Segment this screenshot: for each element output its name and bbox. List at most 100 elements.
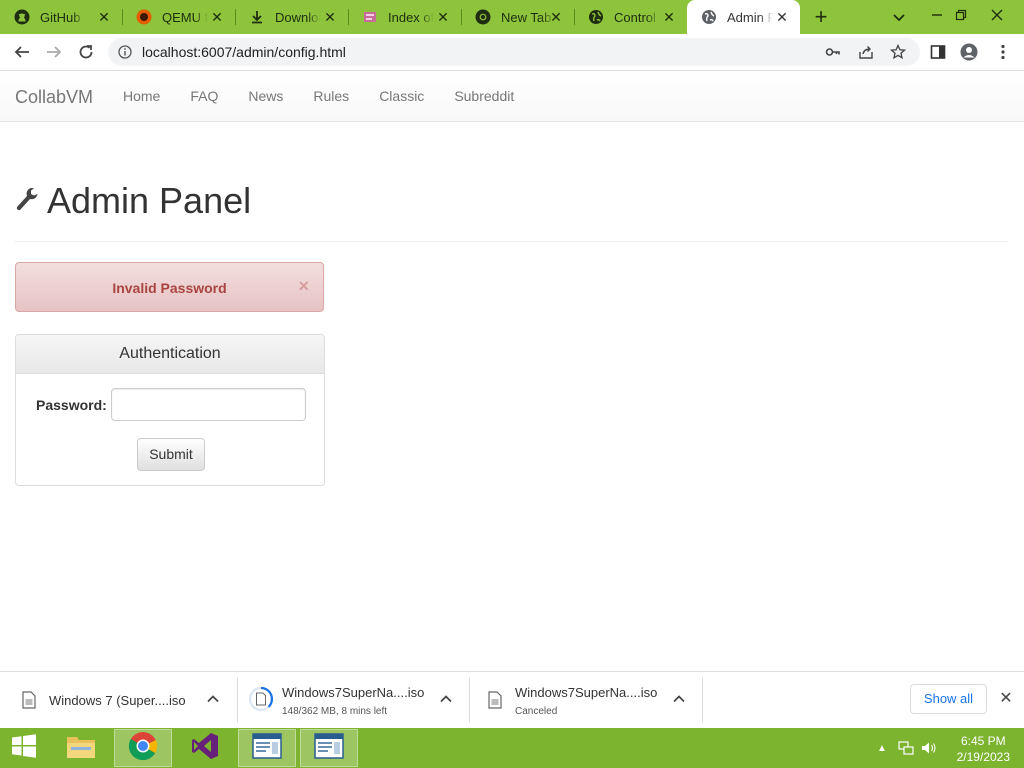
nav-news-link[interactable]: News (233, 88, 298, 104)
chevron-up-icon[interactable] (439, 692, 453, 706)
tab-title: QEMU fo (162, 9, 208, 25)
chevron-up-icon[interactable] (206, 692, 220, 706)
password-label: Password: (36, 397, 107, 413)
share-icon[interactable] (858, 44, 874, 60)
download-item-in-progress[interactable]: Windows7SuperNa....iso 148/362 MB, 8 min… (248, 678, 468, 722)
password-input[interactable] (111, 388, 306, 421)
brand-link[interactable]: CollabVM (15, 87, 93, 108)
taskbar-window-1[interactable] (238, 729, 296, 767)
app-window-icon (314, 732, 344, 764)
nav-faq-link[interactable]: FAQ (175, 88, 233, 104)
side-panel-icon[interactable] (929, 43, 947, 61)
restore-icon[interactable] (946, 0, 976, 30)
network-icon[interactable] (898, 740, 914, 756)
tab-search-chevron-icon[interactable] (890, 8, 908, 26)
tab-strip: GitHub - ✕ QEMU fo ✕ Downloa ✕ Index of … (0, 0, 1024, 34)
close-shelf-icon[interactable]: ✕ (998, 691, 1014, 707)
site-info-icon[interactable] (118, 45, 132, 64)
taskbar-chrome[interactable] (114, 729, 172, 767)
taskbar-window-2[interactable] (300, 729, 358, 767)
volume-icon[interactable] (921, 740, 937, 756)
close-tab-icon[interactable]: ✕ (661, 9, 677, 25)
github-icon (14, 9, 30, 25)
visual-studio-icon (190, 731, 220, 766)
tab-title: Index of (388, 9, 434, 25)
tab-index[interactable]: Index of ✕ (348, 0, 461, 34)
panel-heading: Authentication (16, 335, 324, 374)
globe-icon (701, 9, 717, 25)
close-window-icon[interactable] (982, 0, 1012, 30)
page-title: Admin Panel (15, 180, 251, 222)
error-alert: Invalid Password × (15, 262, 324, 312)
folder-index-icon (362, 9, 378, 25)
tab-qemu[interactable]: QEMU fo ✕ (122, 0, 235, 34)
back-icon[interactable] (12, 42, 32, 62)
file-icon (488, 691, 502, 709)
reload-icon[interactable] (76, 42, 96, 62)
chevron-up-icon[interactable] (672, 692, 686, 706)
download-separator (702, 678, 703, 722)
new-tab-icon[interactable]: + (810, 6, 832, 28)
nav-rules-link[interactable]: Rules (298, 88, 364, 104)
taskbar-file-explorer[interactable] (52, 729, 110, 767)
close-tab-icon[interactable]: ✕ (96, 9, 112, 25)
show-all-button[interactable]: Show all (910, 684, 987, 714)
start-button[interactable] (0, 729, 48, 767)
tab-title: Downloa (275, 9, 321, 25)
download-status: 148/362 MB, 8 mins left (282, 706, 388, 717)
key-icon[interactable] (825, 44, 841, 60)
tab-download[interactable]: Downloa ✕ (235, 0, 348, 34)
tab-control[interactable]: Control C ✕ (574, 0, 687, 34)
site-navbar: CollabVM Home FAQ News Rules Classic Sub… (0, 71, 1024, 122)
globe-icon (588, 9, 604, 25)
close-tab-icon[interactable]: ✕ (209, 9, 225, 25)
download-filename: Windows 7 (Super....iso (49, 693, 186, 708)
taskbar: ▲ 6:45 PM 2/19/2023 (0, 728, 1024, 768)
folder-icon (65, 732, 97, 765)
close-tab-icon[interactable]: ✕ (322, 9, 338, 25)
page-title-text: Admin Panel (47, 180, 252, 221)
download-item-canceled[interactable]: Windows7SuperNa....iso Canceled (488, 678, 700, 722)
clock-time: 6:45 PM (960, 734, 1006, 748)
app-window-icon (252, 732, 282, 764)
download-filename: Windows7SuperNa....iso (515, 685, 658, 700)
bookmark-star-icon[interactable] (889, 43, 907, 60)
tray-overflow-icon[interactable]: ▲ (874, 740, 890, 756)
download-progress-ring-icon (248, 686, 274, 712)
nav-classic-link[interactable]: Classic (364, 88, 439, 104)
download-item[interactable]: Windows 7 (Super....iso (22, 678, 236, 722)
alert-close-icon[interactable]: × (298, 277, 309, 295)
windows-logo-icon (11, 733, 37, 763)
alert-message: Invalid Password (112, 280, 227, 296)
wrench-icon (15, 186, 39, 217)
close-tab-icon[interactable]: ✕ (548, 9, 564, 25)
address-bar[interactable]: localhost:6007/admin/config.html (108, 38, 920, 66)
tab-github[interactable]: GitHub - ✕ (0, 0, 122, 34)
taskbar-visual-studio[interactable] (176, 729, 234, 767)
tab-admin-panel[interactable]: Admin P ✕ (687, 0, 800, 34)
url-text: localhost:6007/admin/config.html (142, 44, 346, 60)
system-clock[interactable]: 6:45 PM 2/19/2023 (957, 733, 1010, 765)
profile-avatar-icon[interactable] (960, 43, 978, 61)
tab-title: Admin P (727, 9, 773, 25)
download-filename: Windows7SuperNa....iso (282, 685, 425, 700)
download-shelf: Windows 7 (Super....iso Windows7SuperNa.… (0, 671, 1024, 729)
close-tab-icon[interactable]: ✕ (774, 9, 790, 25)
file-icon (22, 691, 36, 709)
submit-button[interactable]: Submit (137, 438, 205, 471)
close-tab-icon[interactable]: ✕ (435, 9, 451, 25)
browser-toolbar: localhost:6007/admin/config.html (0, 34, 1024, 71)
nav-subreddit-link[interactable]: Subreddit (439, 88, 529, 104)
tab-new-tab[interactable]: New Tab ✕ (461, 0, 574, 34)
auth-panel: Authentication Password: Submit (15, 334, 325, 486)
download-status: Canceled (515, 706, 558, 717)
download-icon (249, 9, 265, 25)
tab-title: Control C (614, 9, 660, 25)
download-separator (237, 678, 238, 722)
chrome-icon (475, 9, 491, 25)
forward-icon[interactable] (44, 42, 64, 62)
download-separator (469, 678, 470, 722)
menu-kebab-icon[interactable] (994, 43, 1012, 61)
divider (15, 241, 1008, 242)
nav-home-link[interactable]: Home (108, 88, 175, 104)
